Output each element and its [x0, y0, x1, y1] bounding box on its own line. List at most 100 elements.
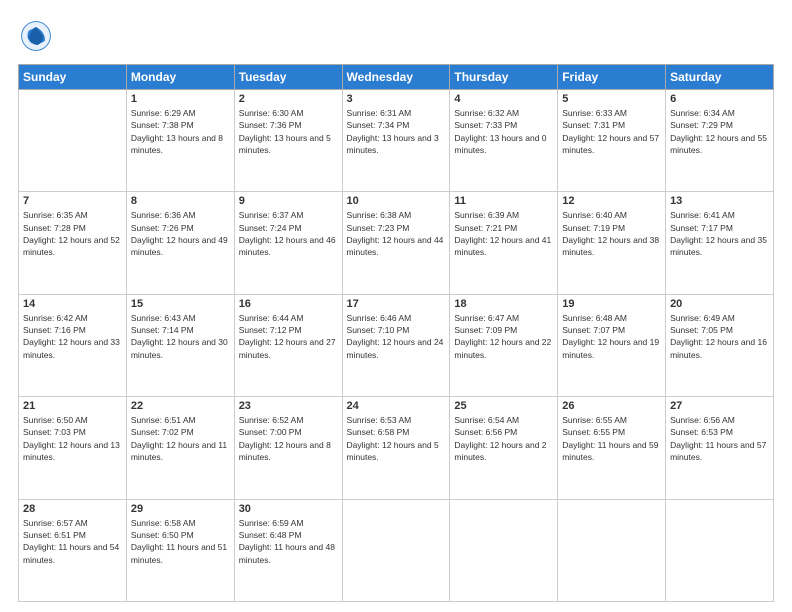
day-cell: 9 Sunrise: 6:37 AMSunset: 7:24 PMDaylight…: [234, 192, 342, 294]
day-number: 19: [562, 298, 661, 310]
day-cell: 27 Sunrise: 6:56 AMSunset: 6:53 PMDayligh…: [666, 397, 774, 499]
day-cell: 8Sunrise: 6:36 AMSunset: 7:26 PMDaylight…: [126, 192, 234, 294]
day-cell: 2 Sunrise: 6:30 AMSunset: 7:36 PMDaylight…: [234, 90, 342, 192]
day-info: Sunrise: 6:47 AMSunset: 7:09 PMDaylight:…: [454, 312, 553, 361]
day-header-sunday: Sunday: [19, 65, 127, 90]
day-info: Sunrise: 6:56 AMSunset: 6:53 PMDaylight:…: [670, 414, 769, 463]
day-cell: 12 Sunrise: 6:40 AMSunset: 7:19 PMDayligh…: [558, 192, 666, 294]
day-info: Sunrise: 6:39 AMSunset: 7:21 PMDaylight:…: [454, 209, 553, 258]
day-cell: 1Sunrise: 6:29 AMSunset: 7:38 PMDaylight…: [126, 90, 234, 192]
day-info: Sunrise: 6:33 AMSunset: 7:31 PMDaylight:…: [562, 107, 661, 156]
day-cell: 22 Sunrise: 6:51 AMSunset: 7:02 PMDayligh…: [126, 397, 234, 499]
day-info: Sunrise: 6:58 AMSunset: 6:50 PMDaylight:…: [131, 517, 230, 566]
day-cell: [450, 499, 558, 601]
day-info: Sunrise: 6:54 AMSunset: 6:56 PMDaylight:…: [454, 414, 553, 463]
day-cell: 10Sunrise: 6:38 AMSunset: 7:23 PMDayligh…: [342, 192, 450, 294]
day-info: Sunrise: 6:30 AMSunset: 7:36 PMDaylight:…: [239, 107, 338, 156]
day-cell: 20Sunrise: 6:49 AMSunset: 7:05 PMDayligh…: [666, 294, 774, 396]
calendar-table: SundayMondayTuesdayWednesdayThursdayFrid…: [18, 64, 774, 602]
day-cell: 30Sunrise: 6:59 AMSunset: 6:48 PMDayligh…: [234, 499, 342, 601]
day-cell: [558, 499, 666, 601]
day-cell: 18Sunrise: 6:47 AMSunset: 7:09 PMDayligh…: [450, 294, 558, 396]
day-header-friday: Friday: [558, 65, 666, 90]
day-cell: 21 Sunrise: 6:50 AMSunset: 7:03 PMDayligh…: [19, 397, 127, 499]
day-info: Sunrise: 6:50 AMSunset: 7:03 PMDaylight:…: [23, 414, 122, 463]
day-info: Sunrise: 6:41 AMSunset: 7:17 PMDaylight:…: [670, 209, 769, 258]
page: SundayMondayTuesdayWednesdayThursdayFrid…: [0, 0, 792, 612]
day-info: Sunrise: 6:38 AMSunset: 7:23 PMDaylight:…: [347, 209, 446, 258]
day-header-saturday: Saturday: [666, 65, 774, 90]
day-number: 11: [454, 195, 553, 207]
day-number: 7: [23, 195, 122, 207]
day-info: Sunrise: 6:42 AMSunset: 7:16 PMDaylight:…: [23, 312, 122, 361]
week-row-3: 14 Sunrise: 6:42 AMSunset: 7:16 PMDayligh…: [19, 294, 774, 396]
day-number: 3: [347, 93, 446, 105]
day-number: 4: [454, 93, 553, 105]
day-cell: 19 Sunrise: 6:48 AMSunset: 7:07 PMDayligh…: [558, 294, 666, 396]
day-number: 1: [131, 93, 230, 105]
day-cell: 4Sunrise: 6:32 AMSunset: 7:33 PMDaylight…: [450, 90, 558, 192]
day-number: 16: [239, 298, 338, 310]
day-header-thursday: Thursday: [450, 65, 558, 90]
day-number: 27: [670, 400, 769, 412]
day-cell: 25 Sunrise: 6:54 AMSunset: 6:56 PMDayligh…: [450, 397, 558, 499]
day-number: 14: [23, 298, 122, 310]
header: [18, 18, 774, 54]
day-number: 17: [347, 298, 446, 310]
day-header-tuesday: Tuesday: [234, 65, 342, 90]
day-info: Sunrise: 6:57 AMSunset: 6:51 PMDaylight:…: [23, 517, 122, 566]
day-cell: 13 Sunrise: 6:41 AMSunset: 7:17 PMDayligh…: [666, 192, 774, 294]
day-number: 24: [347, 400, 446, 412]
day-info: Sunrise: 6:36 AMSunset: 7:26 PMDaylight:…: [131, 209, 230, 258]
day-number: 6: [670, 93, 769, 105]
day-header-monday: Monday: [126, 65, 234, 90]
day-info: Sunrise: 6:37 AMSunset: 7:24 PMDaylight:…: [239, 209, 338, 258]
day-cell: 28 Sunrise: 6:57 AMSunset: 6:51 PMDayligh…: [19, 499, 127, 601]
day-header-wednesday: Wednesday: [342, 65, 450, 90]
day-info: Sunrise: 6:53 AMSunset: 6:58 PMDaylight:…: [347, 414, 446, 463]
calendar-body: 1Sunrise: 6:29 AMSunset: 7:38 PMDaylight…: [19, 90, 774, 602]
day-number: 15: [131, 298, 230, 310]
day-info: Sunrise: 6:51 AMSunset: 7:02 PMDaylight:…: [131, 414, 230, 463]
day-number: 26: [562, 400, 661, 412]
day-number: 23: [239, 400, 338, 412]
day-number: 12: [562, 195, 661, 207]
day-number: 22: [131, 400, 230, 412]
day-cell: 6 Sunrise: 6:34 AMSunset: 7:29 PMDaylight…: [666, 90, 774, 192]
logo-icon: [18, 18, 54, 54]
calendar-header: SundayMondayTuesdayWednesdayThursdayFrid…: [19, 65, 774, 90]
day-number: 21: [23, 400, 122, 412]
day-info: Sunrise: 6:34 AMSunset: 7:29 PMDaylight:…: [670, 107, 769, 156]
week-row-1: 1Sunrise: 6:29 AMSunset: 7:38 PMDaylight…: [19, 90, 774, 192]
day-cell: 24 Sunrise: 6:53 AMSunset: 6:58 PMDayligh…: [342, 397, 450, 499]
day-number: 2: [239, 93, 338, 105]
day-info: Sunrise: 6:48 AMSunset: 7:07 PMDaylight:…: [562, 312, 661, 361]
day-cell: 16 Sunrise: 6:44 AMSunset: 7:12 PMDayligh…: [234, 294, 342, 396]
day-header-row: SundayMondayTuesdayWednesdayThursdayFrid…: [19, 65, 774, 90]
day-info: Sunrise: 6:49 AMSunset: 7:05 PMDaylight:…: [670, 312, 769, 361]
day-number: 5: [562, 93, 661, 105]
day-info: Sunrise: 6:44 AMSunset: 7:12 PMDaylight:…: [239, 312, 338, 361]
day-number: 9: [239, 195, 338, 207]
day-info: Sunrise: 6:52 AMSunset: 7:00 PMDaylight:…: [239, 414, 338, 463]
day-cell: [666, 499, 774, 601]
day-cell: 7 Sunrise: 6:35 AMSunset: 7:28 PMDaylight…: [19, 192, 127, 294]
day-info: Sunrise: 6:55 AMSunset: 6:55 PMDaylight:…: [562, 414, 661, 463]
week-row-4: 21 Sunrise: 6:50 AMSunset: 7:03 PMDayligh…: [19, 397, 774, 499]
day-info: Sunrise: 6:59 AMSunset: 6:48 PMDaylight:…: [239, 517, 338, 566]
day-cell: 17 Sunrise: 6:46 AMSunset: 7:10 PMDayligh…: [342, 294, 450, 396]
day-cell: 15 Sunrise: 6:43 AMSunset: 7:14 PMDayligh…: [126, 294, 234, 396]
day-number: 13: [670, 195, 769, 207]
day-info: Sunrise: 6:35 AMSunset: 7:28 PMDaylight:…: [23, 209, 122, 258]
day-number: 28: [23, 503, 122, 515]
day-cell: 11 Sunrise: 6:39 AMSunset: 7:21 PMDayligh…: [450, 192, 558, 294]
day-info: Sunrise: 6:46 AMSunset: 7:10 PMDaylight:…: [347, 312, 446, 361]
day-info: Sunrise: 6:43 AMSunset: 7:14 PMDaylight:…: [131, 312, 230, 361]
week-row-2: 7 Sunrise: 6:35 AMSunset: 7:28 PMDaylight…: [19, 192, 774, 294]
day-cell: 5 Sunrise: 6:33 AMSunset: 7:31 PMDaylight…: [558, 90, 666, 192]
day-info: Sunrise: 6:40 AMSunset: 7:19 PMDaylight:…: [562, 209, 661, 258]
day-cell: [19, 90, 127, 192]
day-cell: 23 Sunrise: 6:52 AMSunset: 7:00 PMDayligh…: [234, 397, 342, 499]
day-number: 25: [454, 400, 553, 412]
day-info: Sunrise: 6:31 AMSunset: 7:34 PMDaylight:…: [347, 107, 446, 156]
